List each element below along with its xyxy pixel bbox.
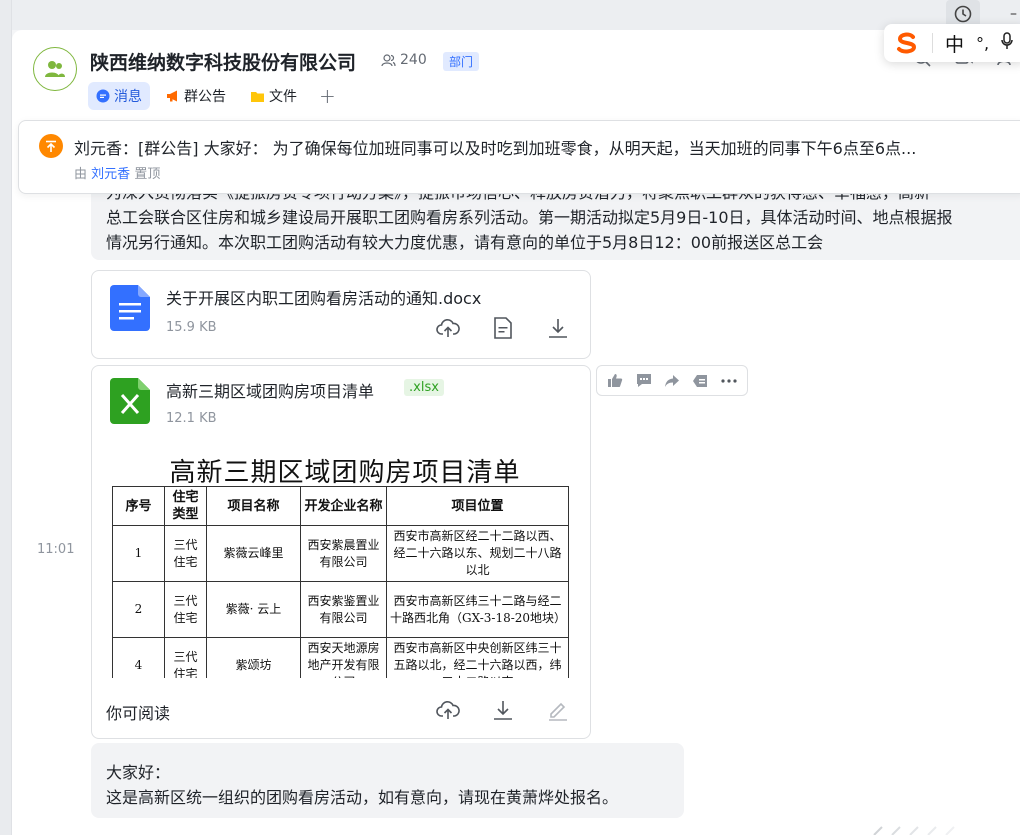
tab-messages-label: 消息 (114, 89, 142, 105)
preview-row: 1 三代住宅 紫薇云峰里 西安紫晨置业有限公司 西安市高新区经二十二路以西、经二… (112, 525, 569, 582)
forward-icon[interactable] (660, 370, 684, 392)
ime-punctuation-toggle[interactable]: °, (976, 34, 989, 53)
member-count[interactable]: 240 (381, 52, 427, 68)
preview-permission-label: 你可阅读 (106, 704, 171, 723)
preview-cell: 1 (112, 525, 165, 582)
preview-row: 4 三代住宅 紫颂坊 西安天地源房地产开发有限公司 西安市高新区中央创新区纬三十… (112, 637, 569, 678)
message-icon (96, 89, 110, 103)
megaphone-icon (167, 90, 177, 102)
message-line: 情况另行通知。本次职工团购活动有较大力度优惠，请有意向的单位于5月8日12：00… (106, 233, 824, 252)
input-method-toolbar[interactable]: 中 °, (884, 24, 1020, 62)
tab-files-label: 文件 (269, 89, 297, 105)
quote-icon[interactable] (688, 370, 712, 392)
preview-cell: 西安市高新区经二十二路以西、经二十六路以东、规划二十八路以北 (386, 525, 569, 582)
preview-cell: 西安天地源房地产开发有限公司 (300, 637, 387, 678)
docx-file-card[interactable]: 关于开展区内职工团购看房活动的通知.docx 15.9 KB (91, 270, 591, 359)
preview-cell: 三代住宅 (164, 525, 207, 582)
preview-cell: 三代住宅 (164, 637, 207, 678)
read-receipt-indicator (872, 825, 1002, 835)
tab-announcements[interactable]: 群公告 (158, 82, 234, 110)
docx-file-size: 15.9 KB (166, 320, 217, 335)
tab-files[interactable]: 文件 (242, 82, 305, 110)
edit-icon[interactable] (545, 697, 571, 723)
spreadsheet-preview[interactable]: 高新三期区域团购房项目清单 序号 住宅类型 项目名称 开发企业名称 项目位置 1… (112, 452, 578, 678)
pinned-by: 由 刘元香 置顶 (74, 163, 160, 182)
message-line: 总工会联合区住房和城乡建设局开展职工团购看房系列活动。第一期活动拟定5月9日-1… (106, 208, 953, 227)
tab-announcements-label: 群公告 (184, 89, 226, 105)
message-line: 大家好： (106, 763, 171, 782)
minimize-icon[interactable]: – (1010, 6, 1020, 22)
preview-cell: 西安紫鉴置业有限公司 (300, 581, 387, 638)
preview-row: 2 三代住宅 紫薇· 云上 西安紫鉴置业有限公司 西安市高新区纬三十二路与经二十… (112, 581, 569, 638)
message-line: 这是高新区统一组织的团购看房活动，如有意向，请现在黄萧烨处报名。 (106, 788, 619, 807)
message-timestamp: 11:01 (37, 542, 75, 557)
preview-cell: 4 (112, 637, 165, 678)
word-doc-icon (110, 285, 150, 331)
microphone-icon[interactable] (1001, 32, 1013, 54)
save-to-cloud-icon[interactable] (435, 697, 461, 723)
member-count-value: 240 (400, 52, 427, 68)
reply-icon[interactable] (632, 370, 656, 392)
download-icon[interactable] (490, 697, 516, 723)
left-sidebar-strip (0, 0, 12, 835)
pinned-announcement[interactable]: 刘元香：[群公告] 大家好： 为了确保每位加班同事可以及时吃到加班零食，从明天起… (18, 120, 1020, 194)
docx-file-name[interactable]: 关于开展区内职工团购看房活动的通知.docx (166, 285, 481, 309)
preview-cell: 2 (112, 581, 165, 638)
group-title: 陕西维纳数字科技股份有限公司 (90, 52, 357, 74)
preview-header-cell: 住宅类型 (164, 486, 207, 526)
more-options-icon[interactable] (717, 370, 741, 392)
group-avatar[interactable] (33, 47, 77, 91)
preview-header-cell: 项目名称 (206, 486, 301, 526)
tab-messages[interactable]: 消息 (88, 82, 150, 110)
pinned-by-prefix: 由 (74, 167, 88, 182)
add-tab-icon[interactable]: + (313, 84, 342, 108)
ime-language-toggle[interactable]: 中 (945, 30, 964, 57)
preview-cell: 西安市高新区纬三十二路与经二十路西北角（GX-3-18-20地块） (386, 581, 569, 638)
message-hover-toolbar (596, 365, 748, 396)
xlsx-file-name[interactable]: 高新三期区域团购房项目清单 (166, 378, 374, 402)
preview-header-cell: 项目位置 (386, 486, 569, 526)
preview-header-row: 序号 住宅类型 项目名称 开发企业名称 项目位置 (112, 486, 569, 526)
pin-icon (39, 134, 63, 158)
pinned-text: 刘元香：[群公告] 大家好： 为了确保每位加班同事可以及时吃到加班零食，从明天起… (74, 139, 917, 158)
pinned-by-user-link[interactable]: 刘元香 (91, 167, 130, 182)
folder-icon (251, 91, 264, 102)
preview-title: 高新三期区域团购房项目清单 (169, 458, 521, 488)
xlsx-file-size: 12.1 KB (166, 411, 217, 426)
preview-cell: 紫薇云峰里 (206, 525, 301, 582)
sogou-logo-icon[interactable] (894, 30, 920, 56)
window-titlebar (12, 0, 1020, 30)
chat-tabs: 消息 群公告 文件 + (88, 82, 342, 110)
preview-cell: 西安市高新区中央创新区纬三十五路以北，经二十六路以西，纬三十二路以南 (386, 637, 569, 678)
thumbs-up-icon[interactable] (603, 370, 627, 392)
preview-header-cell: 开发企业名称 (300, 486, 387, 526)
pinned-by-suffix: 置顶 (134, 167, 161, 182)
xlsx-extension-tag: .xlsx (404, 379, 444, 396)
preview-cell: 紫薇· 云上 (206, 581, 301, 638)
save-to-cloud-icon[interactable] (435, 315, 461, 341)
chat-panel: 陕西维纳数字科技股份有限公司 240 部门 消息 群公告 文件 + 为深入贯彻落… (12, 30, 1020, 835)
members-icon (381, 53, 396, 66)
preview-header-cell: 序号 (112, 486, 165, 526)
excel-icon (110, 378, 150, 424)
download-icon[interactable] (545, 315, 571, 341)
open-document-icon[interactable] (490, 315, 516, 341)
preview-cell: 西安紫晨置业有限公司 (300, 525, 387, 582)
preview-cell: 三代住宅 (164, 581, 207, 638)
preview-table: 序号 住宅类型 项目名称 开发企业名称 项目位置 1 三代住宅 紫薇云峰里 西安… (112, 486, 569, 678)
department-badge: 部门 (443, 52, 480, 71)
preview-cell: 紫颂坊 (206, 637, 301, 678)
ime-separator (932, 33, 933, 53)
